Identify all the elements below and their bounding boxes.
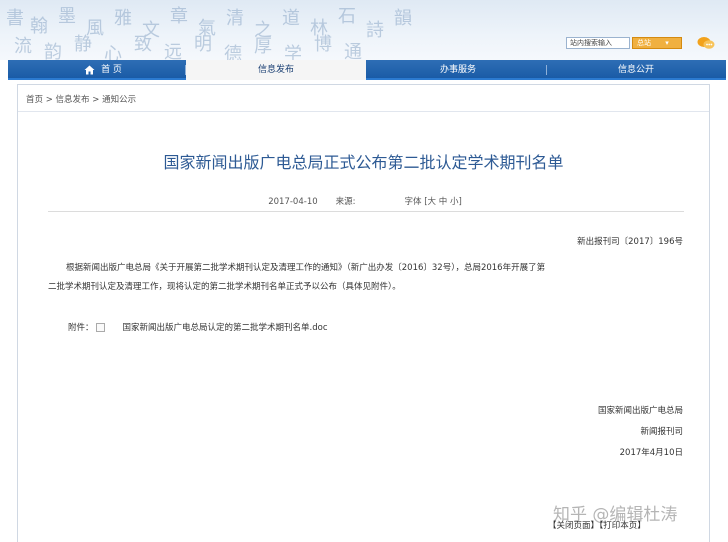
article-body: 根据新闻出版广电总局《关于开展第二批学术期刊认定及清理工作的通知》（新广出办发〔… [48, 259, 688, 297]
signature-dept: 新闻报刊司 [640, 427, 683, 437]
chevron-down-icon: ▾ [665, 39, 669, 47]
body-line: 二批学术期刊认定及清理工作，现将认定的第二批学术期刊名单正式予以公布（具体见附件… [48, 282, 401, 292]
breadcrumb-notices[interactable]: 通知公示 [102, 95, 136, 105]
doc-number: 新出报刊司〔2017〕196号 [577, 237, 683, 247]
file-icon [95, 323, 105, 332]
divider [48, 211, 684, 212]
breadcrumb: 首页 > 信息发布 > 通知公示 [26, 95, 137, 105]
body-line: 根据新闻出版广电总局《关于开展第二批学术期刊认定及清理工作的通知》（新广出办发〔… [66, 263, 546, 273]
footer-links: 【关闭页面】【打印本页】 [548, 519, 646, 531]
nav-home[interactable]: 首 页 [68, 60, 138, 80]
main-nav: 首 页 信息发布 办事服务 信息公开 [8, 60, 726, 80]
publish-date: 2017-04-10 [268, 197, 318, 207]
attachment-row: 附件： 国家新闻出版广电总局认定的第二批学术期刊名单.doc [68, 323, 328, 333]
nav-info-publish[interactable]: 信息发布 [186, 60, 366, 80]
chat-icon[interactable] [697, 36, 715, 50]
nav-info-disclosure[interactable]: 信息公开 [586, 60, 686, 80]
signature-date: 2017年4月10日 [619, 448, 683, 458]
site-banner: 書翰墨 風雅文 章氣清 之道林 石詩韻 流韵静 心致远 明德厚 学博通 站内搜索… [0, 0, 728, 60]
content-panel: 首页 > 信息发布 > 通知公示 国家新闻出版广电总局正式公布第二批认定学术期刊… [17, 84, 710, 542]
nav-separator [185, 65, 186, 75]
print-page-button[interactable]: 【打印本页】 [599, 521, 646, 531]
calligraphy-background: 書翰墨 風雅文 章氣清 之道林 石詩韻 流韵静 心致远 明德厚 学博通 [6, 6, 412, 60]
page-title: 国家新闻出版广电总局正式公布第二批认定学术期刊名单 [163, 153, 564, 172]
source-label: 来源: [335, 197, 356, 207]
breadcrumb-info-publish[interactable]: 信息发布 [56, 95, 90, 105]
font-size-control[interactable]: 字体 [大 中 小] [405, 197, 462, 207]
signature-org: 国家新闻出版广电总局 [597, 406, 683, 416]
home-icon [84, 65, 95, 74]
breadcrumb-home[interactable]: 首页 [26, 95, 43, 105]
divider [18, 111, 709, 112]
close-page-button[interactable]: 【关闭页面】 [548, 521, 599, 531]
nav-separator [546, 65, 547, 75]
nav-services[interactable]: 办事服务 [408, 60, 508, 80]
article-meta: 2017-04-10 来源: 字体 [大 中 小] [48, 195, 682, 207]
search-input[interactable]: 站内搜索输入 [566, 37, 630, 49]
search-scope-select[interactable]: 总站 ▾ [632, 37, 682, 49]
attachment-link[interactable]: 国家新闻出版广电总局认定的第二批学术期刊名单.doc [123, 323, 328, 333]
